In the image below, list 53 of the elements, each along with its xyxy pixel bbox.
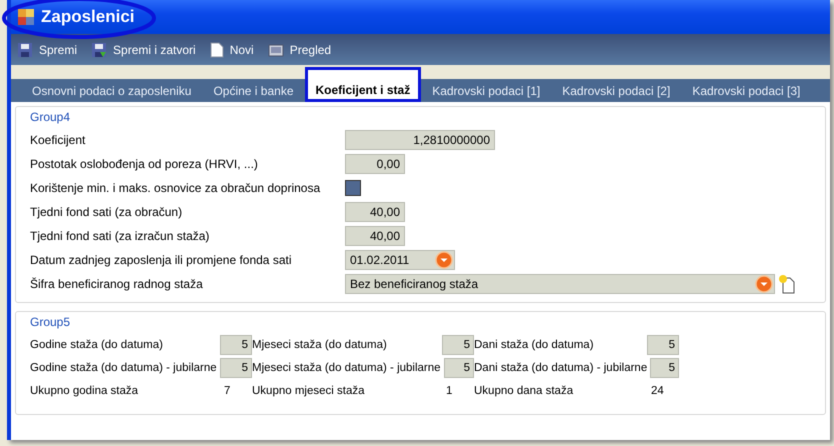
field-label: Koeficijent	[30, 133, 86, 147]
total-value: 24	[650, 384, 665, 396]
field-label: Mjeseci staža (do datuma)	[252, 338, 388, 350]
window-title: Zaposlenici	[41, 7, 135, 27]
dropdown-icon	[435, 251, 453, 269]
group-title: Group5	[30, 315, 72, 329]
floppy-icon	[17, 42, 33, 58]
dropdown-field[interactable]: 01.02.2011	[345, 250, 455, 270]
tab[interactable]: Općine i banke	[202, 79, 304, 102]
field-label: Ukupno godina staža	[30, 384, 140, 396]
total-value: 7	[223, 384, 232, 396]
floppy-icon	[91, 42, 108, 58]
document-icon	[210, 42, 224, 58]
input-field[interactable]: 1,2810000000	[345, 130, 495, 150]
toolbar-button[interactable]: Spremi i zatvori	[89, 42, 198, 58]
field-label: Korištenje min. i maks. osnovice za obračun doprinosa	[30, 181, 322, 195]
input-field[interactable]: 40,00	[345, 226, 405, 246]
input-field[interactable]: 5	[650, 358, 679, 378]
app-icon	[17, 8, 35, 26]
input-field[interactable]: 5	[220, 334, 252, 354]
input-field[interactable]: 0,00	[345, 154, 405, 174]
field-label: Tjedni fond sati (za obračun)	[30, 205, 184, 219]
dropdown-icon	[755, 275, 773, 293]
field-label: Datum zadnjeg zaposlenja ili promjene fonda sati	[30, 253, 292, 267]
input-field[interactable]: 40,00	[345, 202, 405, 222]
field-label: Godine staža (do datuma) - jubilarne	[30, 362, 218, 374]
toolbar-button[interactable]: Novi	[208, 42, 256, 58]
field-label: Ukupno mjeseci staža	[252, 384, 366, 396]
input-field[interactable]: 5	[444, 358, 474, 378]
toolbar-button[interactable]: Pregled	[266, 42, 334, 58]
field-label: Mjeseci staža (do datuma) - jubilarne	[252, 362, 442, 374]
input-field[interactable]: 5	[220, 358, 252, 378]
tab[interactable]: Osnovni podaci o zaposleniku	[21, 79, 202, 102]
total-value: 1	[445, 384, 454, 396]
tab[interactable]: Koeficijent i staž	[304, 67, 422, 102]
field-label: Tjedni fond sati (za izračun staža)	[30, 229, 210, 243]
field-label: Dani staža (do datuma) - jubilarne	[474, 362, 648, 374]
tab[interactable]: Kadrovski podaci [1]	[421, 79, 552, 102]
toolbar-button[interactable]: Spremi	[15, 42, 80, 58]
tab[interactable]: Kadrovski podaci [3]	[681, 79, 812, 102]
dropdown-field[interactable]: Bez beneficiranog staža	[345, 274, 775, 294]
field-label: Šifra beneficiranog radnog staža	[30, 277, 204, 291]
field-label: Ukupno dana staža	[474, 384, 574, 396]
tab[interactable]: Kadrovski podaci [2]	[551, 79, 682, 102]
checkbox[interactable]	[345, 180, 361, 196]
input-field[interactable]: 5	[442, 334, 474, 354]
field-label: Dani staža (do datuma)	[474, 338, 595, 350]
group-title: Group4	[30, 110, 72, 124]
field-label: Godine staža (do datuma)	[30, 338, 164, 350]
preview-icon	[268, 42, 284, 58]
new-document-icon[interactable]	[778, 274, 796, 294]
input-field[interactable]: 5	[647, 334, 679, 354]
field-label: Postotak oslobođenja od poreza (HRVI, ...)	[30, 157, 259, 171]
